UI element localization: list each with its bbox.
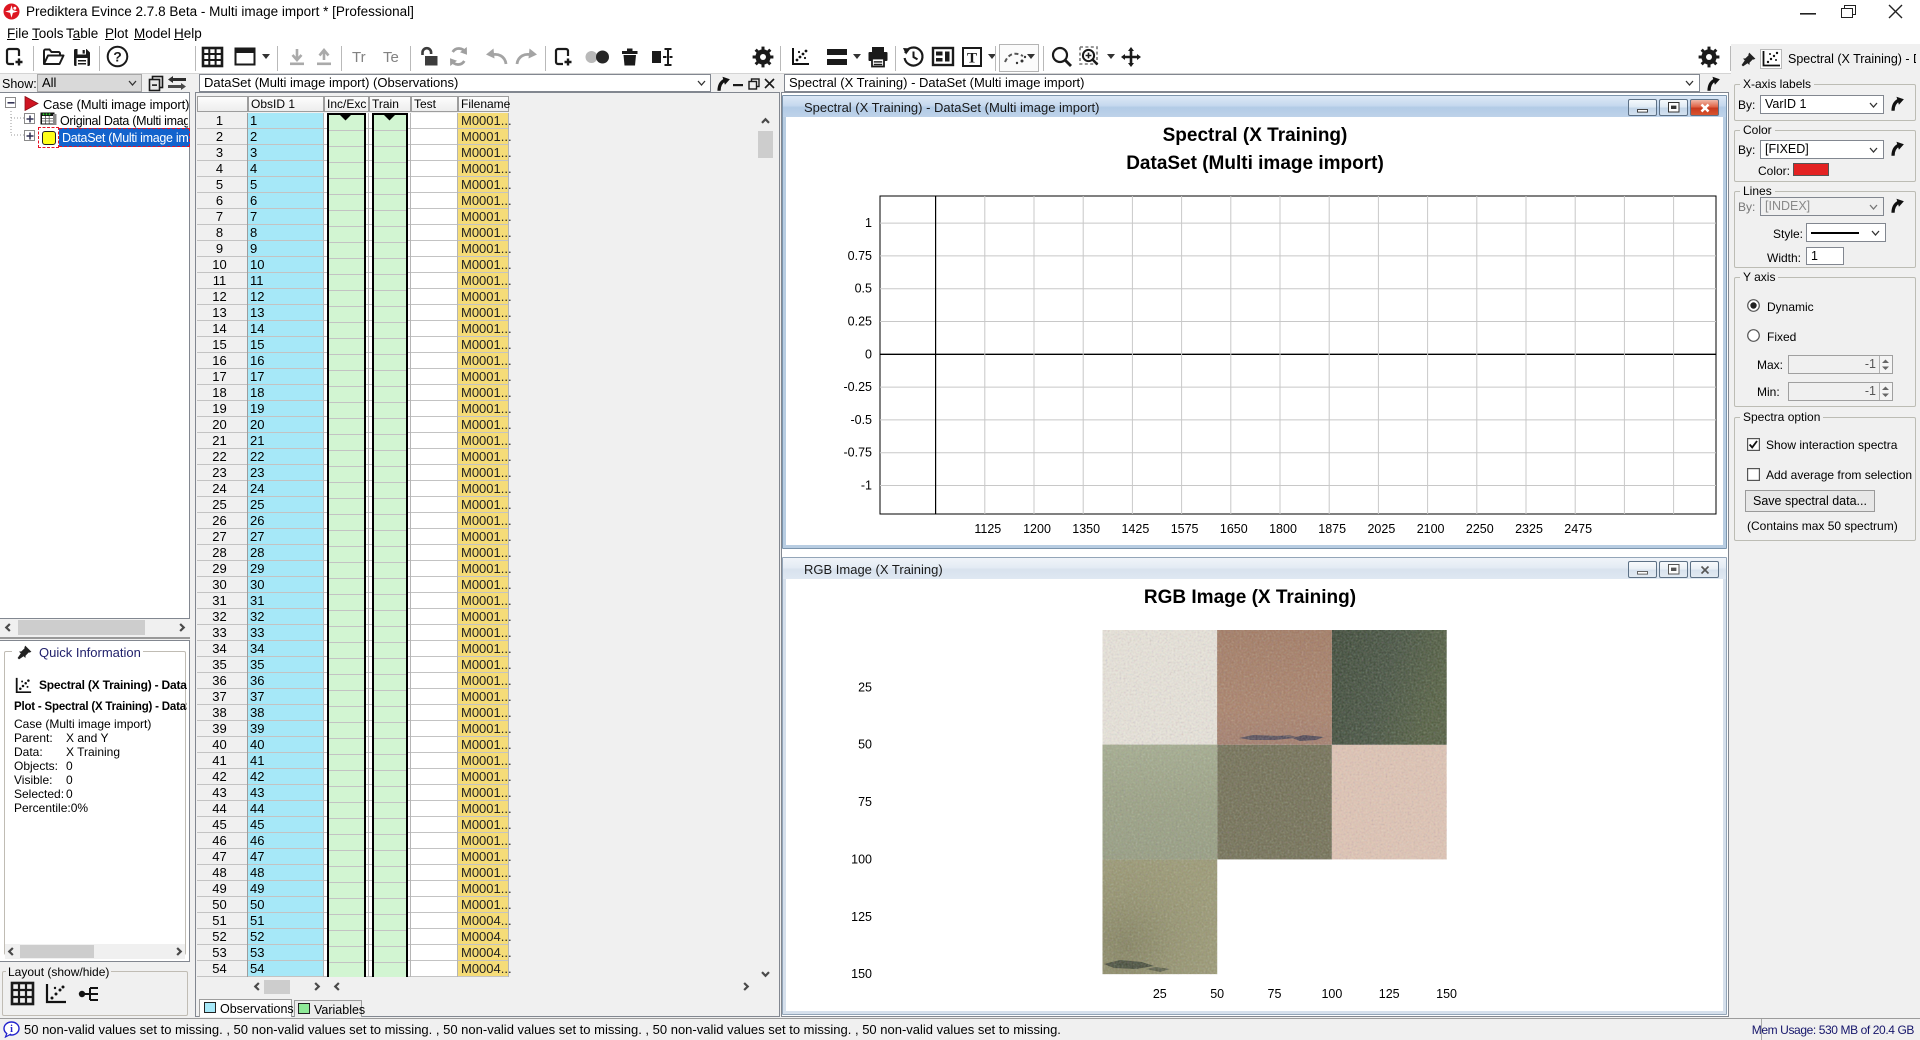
svg-text:75: 75: [1268, 987, 1282, 1001]
svg-text:75: 75: [858, 795, 872, 809]
svg-text:50: 50: [858, 738, 872, 752]
svg-text:100: 100: [1321, 987, 1342, 1001]
svg-text:25: 25: [1153, 987, 1167, 1001]
svg-text:125: 125: [851, 910, 872, 924]
svg-text:25: 25: [858, 680, 872, 694]
svg-text:125: 125: [1379, 987, 1400, 1001]
svg-text:i: i: [10, 1024, 13, 1035]
svg-text:100: 100: [851, 852, 872, 866]
svg-text:150: 150: [1436, 987, 1457, 1001]
svg-text:150: 150: [851, 967, 872, 981]
svg-text:50: 50: [1210, 987, 1224, 1001]
